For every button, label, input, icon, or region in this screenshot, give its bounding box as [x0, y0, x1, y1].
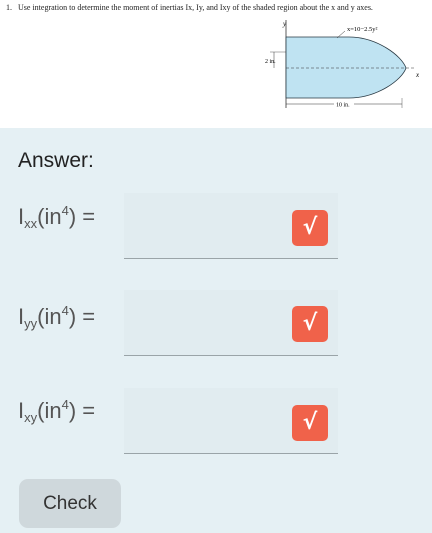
ixy-sqrt-button[interactable]: √	[292, 405, 328, 441]
iyy-input[interactable]	[124, 290, 274, 352]
shaded-region	[285, 36, 407, 99]
length-label: 10 in.	[336, 103, 350, 109]
ixx-label: Ixx(in4) =	[18, 203, 96, 231]
height-label: 2 in.	[265, 59, 276, 65]
shaded-region-diagram: y x x=10−2.5y² 2 in. 10 in.	[265, 20, 420, 109]
problem-text: 1. Use integration to determine the momen…	[6, 3, 426, 12]
problem-statement: 1. Use integration to determine the momen…	[0, 0, 432, 128]
check-button[interactable]: Check	[19, 479, 121, 528]
ixy-input[interactable]	[124, 388, 274, 450]
iyy-sqrt-button[interactable]: √	[292, 306, 328, 342]
ixx-input[interactable]	[124, 193, 274, 255]
iyy-label: Iyy(in4) =	[18, 303, 96, 331]
ixy-label: Ixy(in4) =	[18, 397, 96, 425]
answer-title: Answer:	[18, 149, 94, 172]
problem-question: Use integration to determine the moment …	[18, 3, 373, 12]
x-axis-label: x	[415, 71, 420, 79]
problem-number: 1.	[6, 3, 12, 12]
ixx-sqrt-button[interactable]: √	[292, 210, 328, 246]
curve-equation-label: x=10−2.5y²	[347, 26, 377, 33]
